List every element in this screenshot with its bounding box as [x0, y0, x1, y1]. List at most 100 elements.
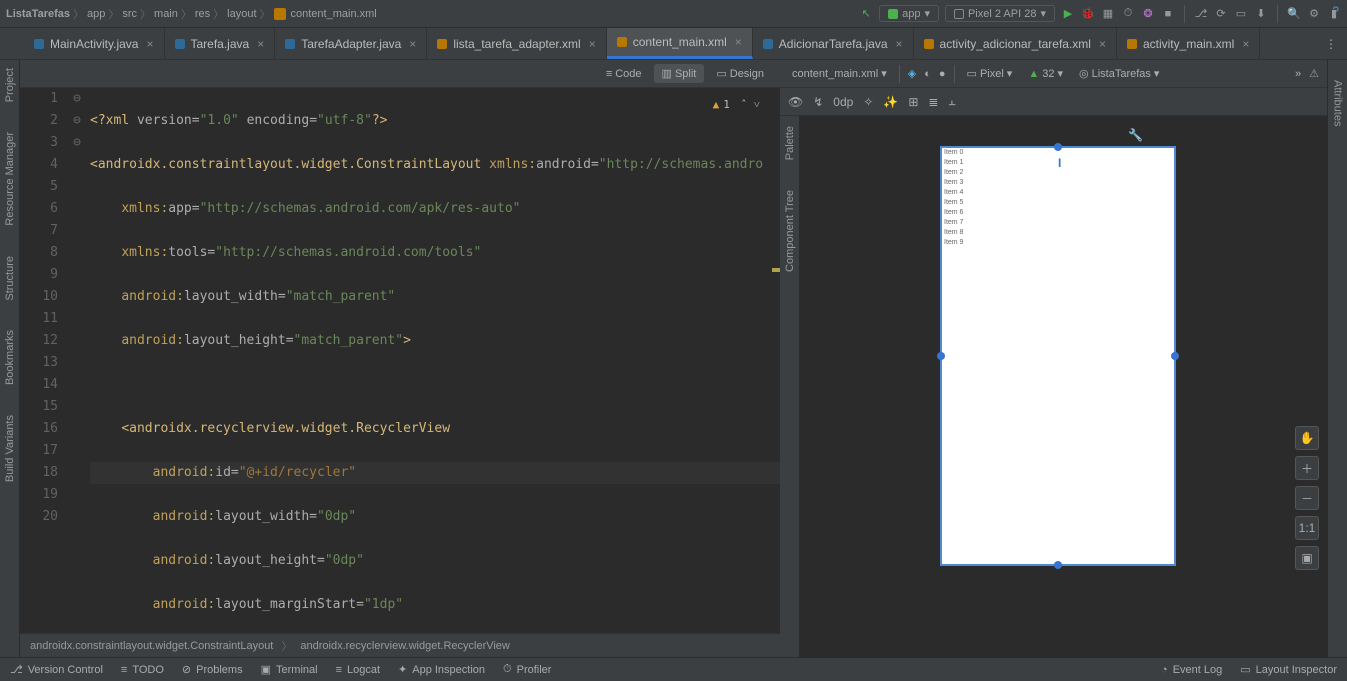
- status-app-inspection[interactable]: ✦ App Inspection: [398, 663, 485, 676]
- stop-icon[interactable]: ■: [1161, 7, 1175, 21]
- palette-tab[interactable]: Palette: [784, 126, 796, 160]
- warning-marker[interactable]: [772, 268, 780, 272]
- avd-icon[interactable]: ▭: [1234, 7, 1248, 21]
- close-icon[interactable]: ×: [257, 37, 264, 51]
- nightmode-icon[interactable]: ●: [939, 68, 946, 80]
- fold-gutter[interactable]: ⊖ ⊖ ⊖: [68, 88, 86, 633]
- help-icon[interactable]: ?: [1332, 4, 1339, 18]
- zoom-value[interactable]: 0dp: [833, 95, 853, 109]
- tab-lista-adapter-xml[interactable]: lista_tarefa_adapter.xml×: [427, 28, 606, 59]
- design-canvas[interactable]: 🔧 I Item 0Item 1Item 2Item 3Item 4Item 5…: [800, 116, 1327, 657]
- tool-resource-manager[interactable]: Resource Manager: [4, 132, 16, 226]
- surface-icon[interactable]: ◈: [908, 67, 916, 80]
- device-combo[interactable]: Pixel 2 API 28▾: [945, 5, 1055, 22]
- warning-badge-icon[interactable]: ⚠: [1309, 67, 1319, 80]
- crumb-constraintlayout[interactable]: androidx.constraintlayout.widget.Constra…: [30, 640, 273, 652]
- crumb-project[interactable]: ListaTarefas: [6, 8, 70, 20]
- crumb-app[interactable]: app: [87, 8, 105, 20]
- tab-overflow[interactable]: ⋮: [1315, 28, 1347, 59]
- close-icon[interactable]: ×: [735, 35, 742, 49]
- zoom-out[interactable]: －: [1295, 486, 1319, 510]
- default-margins-icon[interactable]: ⊞: [908, 95, 918, 109]
- api-combo[interactable]: ▲ 32 ▾: [1024, 66, 1067, 81]
- device-combo[interactable]: ▭ Pixel ▾: [963, 66, 1017, 81]
- tool-attributes[interactable]: Attributes: [1332, 80, 1344, 126]
- close-icon[interactable]: ×: [896, 37, 903, 51]
- crumb-src[interactable]: src: [122, 8, 137, 20]
- tool-bookmarks[interactable]: Bookmarks: [4, 330, 16, 385]
- constraint-handle-bottom[interactable]: [1054, 561, 1062, 569]
- close-icon[interactable]: ×: [1099, 37, 1106, 51]
- xml-icon: [617, 37, 627, 47]
- git-branch-icon[interactable]: ⎇: [1194, 7, 1208, 21]
- constraint-handle-top[interactable]: [1054, 143, 1062, 151]
- crumb-layout[interactable]: layout: [227, 8, 256, 20]
- attach-icon[interactable]: ❂: [1141, 7, 1155, 21]
- zoom-1to1[interactable]: 1:1: [1295, 516, 1319, 540]
- tab-adicionartarefa[interactable]: AdicionarTarefa.java×: [753, 28, 914, 59]
- close-icon[interactable]: ×: [409, 37, 416, 51]
- tab-tarefa[interactable]: Tarefa.java×: [165, 28, 276, 59]
- view-options-icon[interactable]: 👁: [788, 95, 803, 109]
- inspection-indicator[interactable]: ▲ 1 ˆ ˅: [713, 94, 760, 116]
- close-icon[interactable]: ×: [589, 37, 596, 51]
- component-tree-tab[interactable]: Component Tree: [784, 190, 796, 272]
- autoconnect-icon[interactable]: ✨: [883, 95, 898, 109]
- status-todo[interactable]: ≡ TODO: [121, 664, 164, 676]
- align-icon[interactable]: ≣: [928, 95, 938, 109]
- status-event-log[interactable]: ◔ Event Log: [1161, 664, 1222, 676]
- crumb-res[interactable]: res: [195, 8, 210, 20]
- xml-icon: [1127, 39, 1137, 49]
- tab-tarefaadapter[interactable]: TarefaAdapter.java×: [275, 28, 427, 59]
- close-icon[interactable]: ×: [146, 37, 153, 51]
- tool-build-variants[interactable]: Build Variants: [4, 415, 16, 482]
- status-version-control[interactable]: ⎇ Version Control: [10, 663, 103, 676]
- search-icon[interactable]: 🔍: [1287, 7, 1301, 21]
- settings-icon[interactable]: ⚙: [1307, 7, 1321, 21]
- status-problems[interactable]: ⊘ Problems: [182, 663, 243, 676]
- close-icon[interactable]: ×: [1242, 37, 1249, 51]
- zoom-fit[interactable]: ▣: [1295, 546, 1319, 570]
- status-terminal[interactable]: ▣ Terminal: [261, 663, 318, 676]
- device-frame[interactable]: 🔧 I Item 0Item 1Item 2Item 3Item 4Item 5…: [940, 146, 1176, 566]
- status-logcat[interactable]: ≡ Logcat: [336, 664, 380, 676]
- tool-project[interactable]: Project: [4, 68, 16, 102]
- line-gutter: 1234567891011121314151617181920: [20, 88, 68, 633]
- right-tool-strip: Attributes: [1327, 60, 1347, 657]
- tab-activity-adicionar-xml[interactable]: activity_adicionar_tarefa.xml×: [914, 28, 1117, 59]
- marker-bar[interactable]: [770, 88, 780, 633]
- debug-icon[interactable]: 🐞: [1081, 7, 1095, 21]
- crumb-file[interactable]: content_main.xml: [291, 8, 377, 20]
- run-icon[interactable]: ▶: [1061, 7, 1075, 21]
- layout-file-combo[interactable]: content_main.xml ▾: [788, 66, 891, 81]
- tab-content-main-xml[interactable]: content_main.xml×: [607, 28, 753, 59]
- crumb-main[interactable]: main: [154, 8, 178, 20]
- sync-icon[interactable]: ⟳: [1214, 7, 1228, 21]
- zoom-in[interactable]: ＋: [1295, 456, 1319, 480]
- sdk-icon[interactable]: ⬇: [1254, 7, 1268, 21]
- constraint-handle-right[interactable]: [1171, 352, 1179, 360]
- mode-split[interactable]: ▥ Split: [654, 64, 705, 83]
- wrench-icon[interactable]: 🔧: [1128, 128, 1143, 142]
- crumb-recyclerview[interactable]: androidx.recyclerview.widget.RecyclerVie…: [300, 640, 510, 652]
- code-area[interactable]: 1234567891011121314151617181920 ⊖ ⊖ ⊖ <?…: [20, 88, 780, 633]
- design-surface-icon[interactable]: ↯: [813, 95, 823, 109]
- magic-wand-icon[interactable]: ✧: [863, 95, 873, 109]
- constraint-handle-left[interactable]: [937, 352, 945, 360]
- pan-tool[interactable]: ✋: [1295, 426, 1319, 450]
- tab-mainactivity[interactable]: MainActivity.java×: [24, 28, 165, 59]
- orientation-icon[interactable]: ◐: [924, 68, 931, 80]
- coverage-icon[interactable]: ▦: [1101, 7, 1115, 21]
- status-profiler[interactable]: ⏱ Profiler: [503, 663, 551, 676]
- tab-activity-main-xml[interactable]: activity_main.xml×: [1117, 28, 1260, 59]
- guidelines-icon[interactable]: ⫠: [948, 94, 955, 109]
- make-project-icon[interactable]: ↖: [859, 7, 873, 21]
- profile-icon[interactable]: ⏱: [1121, 7, 1135, 21]
- mode-design[interactable]: ▭ Design: [708, 64, 772, 83]
- mode-code[interactable]: ≡ Code: [598, 65, 650, 83]
- status-layout-inspector[interactable]: ▭ Layout Inspector: [1240, 663, 1337, 676]
- tool-structure[interactable]: Structure: [4, 256, 16, 301]
- theme-combo[interactable]: ◎ ListaTarefas ▾: [1075, 66, 1163, 81]
- code-content[interactable]: <?xml version="1.0" encoding="utf-8"?> <…: [86, 88, 780, 633]
- run-config-combo[interactable]: app▾: [879, 5, 939, 22]
